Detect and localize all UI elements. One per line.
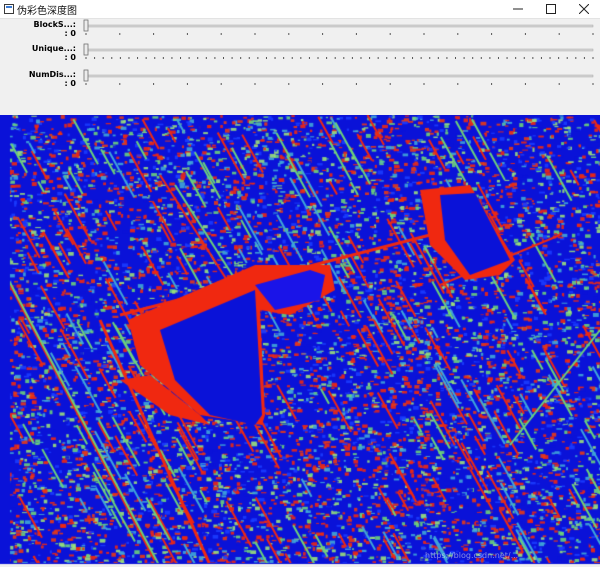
trackbar-label: BlockS...: bbox=[33, 20, 76, 29]
app-window-icon bbox=[4, 4, 14, 14]
trackbar-numdisparities[interactable] bbox=[80, 69, 600, 91]
trackbar-panel: BlockS...: : 0 Unique...: : 0 NumDis...:… bbox=[0, 19, 600, 115]
trackbar-blocksize[interactable] bbox=[80, 19, 600, 41]
maximize-button[interactable] bbox=[534, 0, 567, 18]
depth-map-image bbox=[0, 115, 600, 567]
close-icon bbox=[578, 4, 589, 14]
trackbar-value: : 0 bbox=[64, 29, 76, 38]
maximize-icon bbox=[545, 4, 556, 14]
title-bar: 伪彩色深度图 bbox=[0, 0, 600, 19]
window-title: 伪彩色深度图 bbox=[17, 6, 77, 17]
trackbar-track[interactable] bbox=[85, 24, 594, 28]
trackbar-uniqueness[interactable] bbox=[80, 43, 600, 65]
trackbar-value: : 0 bbox=[64, 79, 76, 88]
trackbar-value: : 0 bbox=[64, 53, 76, 62]
minimize-button[interactable] bbox=[501, 0, 534, 18]
close-button[interactable] bbox=[567, 0, 600, 18]
trackbar-row-uniqueness: Unique...: : 0 bbox=[0, 43, 600, 65]
trackbar-thumb[interactable] bbox=[83, 43, 89, 56]
trackbar-row-blocksize: BlockS...: : 0 bbox=[0, 19, 600, 41]
trackbar-track[interactable] bbox=[85, 48, 594, 52]
minimize-icon bbox=[512, 8, 523, 10]
watermark: https://blog.csdn.net/... bbox=[425, 551, 519, 560]
trackbar-row-numdisparities: NumDis...: : 0 bbox=[0, 69, 600, 91]
trackbar-label: NumDis...: bbox=[28, 70, 76, 79]
trackbar-track[interactable] bbox=[85, 74, 594, 78]
trackbar-thumb[interactable] bbox=[83, 69, 89, 82]
trackbar-thumb[interactable] bbox=[83, 19, 89, 32]
trackbar-label: Unique...: bbox=[31, 44, 76, 53]
